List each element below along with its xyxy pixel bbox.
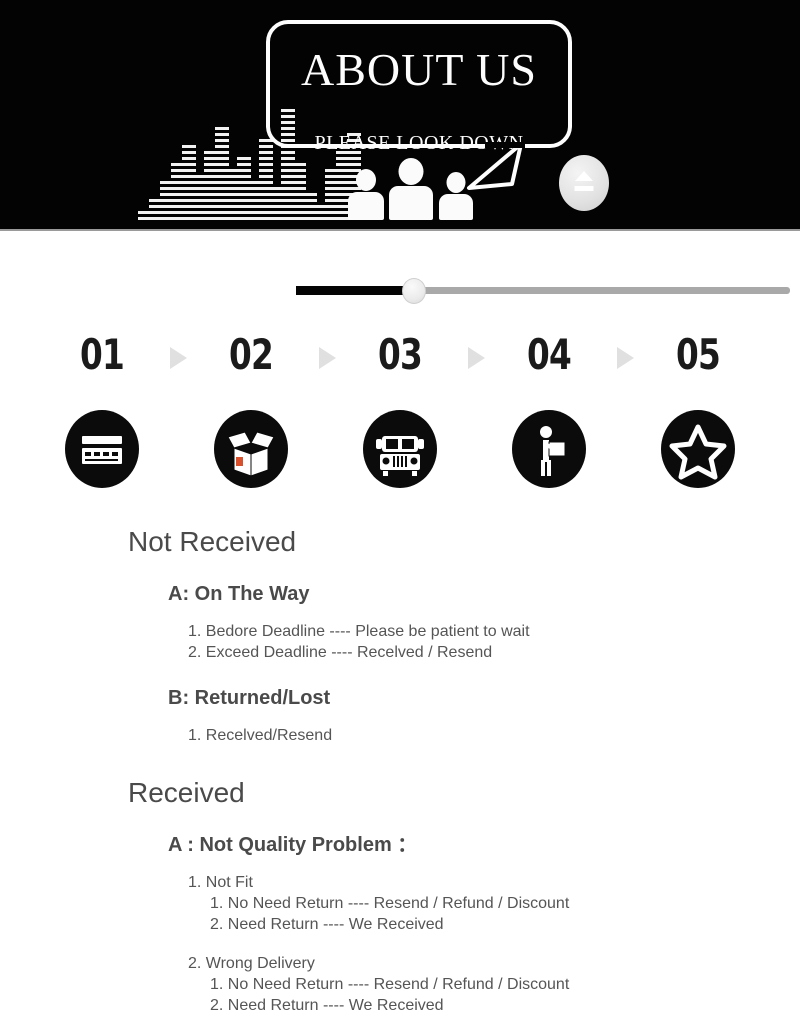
person-body-icon xyxy=(348,192,384,220)
equalizer-segment xyxy=(259,163,273,166)
list-item: 1. Bedore Deadline ---- Please be patien… xyxy=(188,623,530,640)
person-head-icon xyxy=(446,172,466,193)
list-item: 2. Exceed Deadline ---- Recelved / Resen… xyxy=(188,644,493,661)
equalizer-segment xyxy=(182,151,196,154)
list-item: 2. Wrong Delivery xyxy=(188,955,315,972)
equalizer-segment xyxy=(182,157,196,160)
credit-card-icon[interactable] xyxy=(65,410,139,488)
person-body-icon xyxy=(389,186,433,220)
triangle-right-icon xyxy=(468,347,485,369)
equalizer-segment xyxy=(182,145,196,148)
equalizer-segment xyxy=(259,169,273,172)
equalizer-segment xyxy=(215,145,229,148)
equalizer-segment xyxy=(292,163,306,166)
step-number-01: 01 xyxy=(79,330,125,379)
hero-divider xyxy=(0,229,800,231)
equalizer-segment xyxy=(182,169,196,172)
step-number-02: 02 xyxy=(228,330,274,379)
equalizer-segment xyxy=(215,163,229,166)
list-item: 1. Not Fit xyxy=(188,874,253,891)
eject-button[interactable] xyxy=(559,155,609,211)
person-body-icon xyxy=(439,194,473,220)
person-head-icon xyxy=(356,169,376,191)
equalizer-segment xyxy=(292,187,306,190)
person-head-icon xyxy=(398,158,424,185)
page-title: ABOUT US xyxy=(301,44,537,95)
triangle-right-icon xyxy=(617,347,634,369)
person-silhouette xyxy=(389,158,433,220)
step-number-04: 04 xyxy=(526,330,572,379)
equalizer-segment xyxy=(259,175,273,178)
list-item: 2. Need Return ---- We Received xyxy=(210,997,444,1014)
list-item: 1. No Need Return ---- Resend / Refund /… xyxy=(210,976,570,993)
list-item: 1. No Need Return ---- Resend / Refund /… xyxy=(210,895,570,912)
equalizer-segment xyxy=(259,157,273,160)
equalizer-segment xyxy=(237,169,251,172)
hero-banner: ABOUT US PLEASE LOOK DOWN xyxy=(0,0,800,229)
people-group-icon xyxy=(348,158,473,220)
equalizer-segment xyxy=(292,181,306,184)
triangle-right-icon xyxy=(319,347,336,369)
eject-icon xyxy=(575,171,593,181)
speech-bubble-tail xyxy=(467,142,525,190)
equalizer-segment xyxy=(215,133,229,136)
step-number-05: 05 xyxy=(675,330,721,379)
person-silhouette xyxy=(348,169,384,220)
equalizer-segment xyxy=(215,151,229,154)
equalizer-segment xyxy=(259,181,273,184)
triangle-right-icon xyxy=(170,347,187,369)
star-icon[interactable] xyxy=(661,410,735,488)
section-heading: Not Received xyxy=(128,526,297,557)
equalizer-segment xyxy=(237,175,251,178)
equalizer-icon xyxy=(138,109,361,220)
equalizer-segment xyxy=(292,169,306,172)
equalizer-segment xyxy=(303,199,317,202)
section-heading: Received xyxy=(128,777,245,808)
progress-slider[interactable] xyxy=(296,275,790,309)
equalizer-segment xyxy=(281,157,295,160)
group-label: B: Returned/Lost xyxy=(168,687,331,709)
slider-knob[interactable] xyxy=(402,278,426,304)
equalizer-segment xyxy=(303,193,317,196)
equalizer-segment xyxy=(182,163,196,166)
equalizer-segment xyxy=(237,157,251,160)
group-label: A : Not Quality Problem ： xyxy=(168,834,418,856)
delivery-person-icon[interactable] xyxy=(512,410,586,488)
list-item: 2. Need Return ---- We Received xyxy=(210,916,444,933)
order-steps: 01 02 03 04 05 xyxy=(0,325,800,490)
list-item: 1. Recelved/Resend xyxy=(188,727,333,744)
open-box-icon[interactable] xyxy=(214,410,288,488)
eject-icon-bar xyxy=(574,186,594,191)
delivery-truck-icon[interactable] xyxy=(363,410,437,488)
faq-content: Not Received A: On The Way 1. Bedore Deadl… xyxy=(0,525,800,1016)
equalizer-segment xyxy=(292,175,306,178)
slider-track-filled xyxy=(296,286,418,295)
slider-track-remaining xyxy=(418,287,790,294)
equalizer-segment xyxy=(237,163,251,166)
equalizer-segment xyxy=(215,139,229,142)
step-number-03: 03 xyxy=(377,330,423,379)
speech-bubble: ABOUT US PLEASE LOOK DOWN xyxy=(266,20,572,154)
equalizer-segment xyxy=(215,157,229,160)
group-label: A: On The Way xyxy=(168,583,310,605)
equalizer-segment xyxy=(215,127,229,130)
